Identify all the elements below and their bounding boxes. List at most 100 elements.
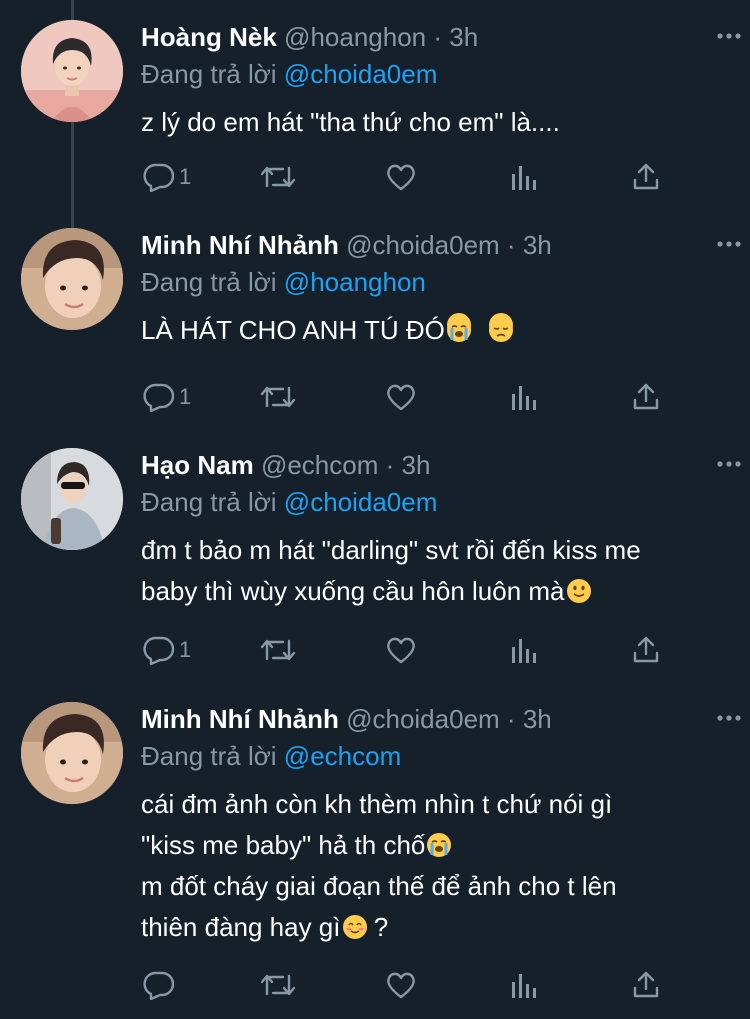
retweet-button[interactable] bbox=[259, 157, 297, 197]
tweet-text-line: "kiss me baby" hả th chố bbox=[141, 830, 426, 860]
tweet-header: Minh Nhí Nhảnh @choida0em · 3h bbox=[141, 228, 730, 262]
tweet-text-line: baby thì wùy xuống cầu hôn luôn mà bbox=[141, 576, 565, 606]
tweet-text-line: ? bbox=[366, 912, 389, 942]
share-button[interactable] bbox=[631, 630, 661, 670]
tweet-text-line: đm t bảo m hát "darling" svt rồi đến kis… bbox=[141, 535, 641, 565]
avatar-photo bbox=[21, 20, 123, 122]
heart-icon bbox=[387, 164, 415, 191]
replying-to: Đang trả lời @hoanghon bbox=[141, 264, 730, 300]
analytics-button[interactable] bbox=[509, 377, 539, 417]
analytics-icon bbox=[512, 166, 536, 190]
smiling-blush-emoji bbox=[342, 910, 367, 939]
reply-button[interactable] bbox=[143, 965, 179, 1005]
avatar[interactable] bbox=[21, 228, 123, 330]
tweet-text-line: thiên đàng hay gì bbox=[141, 912, 341, 942]
reply-button[interactable]: 1 bbox=[143, 377, 191, 417]
avatar[interactable] bbox=[21, 702, 123, 804]
tweet[interactable]: Hoàng Nèk @hoanghon · 3h Đang trả lời @c… bbox=[0, 0, 750, 225]
retweet-icon bbox=[260, 386, 296, 408]
reply-count: 1 bbox=[179, 637, 192, 662]
reply-count: 1 bbox=[179, 164, 192, 189]
more-icon[interactable] bbox=[716, 454, 742, 474]
share-icon bbox=[633, 383, 659, 410]
more-icon[interactable] bbox=[716, 26, 742, 46]
reply-button[interactable]: 1 bbox=[143, 630, 191, 670]
replying-to: Đang trả lời @choida0em bbox=[141, 484, 730, 520]
reply-to-handle[interactable]: @echcom bbox=[284, 741, 401, 771]
tweet-text-block: đm t bảo m hát "darling" svt rồi đến kis… bbox=[141, 530, 730, 612]
retweet-icon bbox=[260, 974, 296, 996]
tweet-text: LÀ HÁT CHO ANH TÚ ĐÓ bbox=[141, 315, 445, 345]
reply-icon bbox=[143, 636, 175, 665]
like-button[interactable] bbox=[385, 377, 417, 417]
action-bar bbox=[141, 965, 681, 1005]
share-icon bbox=[633, 971, 659, 998]
loudly-crying-emoji bbox=[427, 828, 452, 857]
tweet-text-line: cái đm ảnh còn kh thèm nhìn t chứ nói gì bbox=[141, 789, 613, 819]
like-button[interactable] bbox=[385, 630, 417, 670]
display-name[interactable]: Minh Nhí Nhảnh bbox=[141, 230, 339, 260]
action-bar: 1 bbox=[141, 377, 681, 417]
avatar-photo bbox=[21, 448, 123, 550]
more-icon[interactable] bbox=[716, 234, 742, 254]
heart-icon bbox=[387, 972, 415, 999]
reply-prefix: Đang trả lời bbox=[141, 741, 277, 771]
separator-dot: · bbox=[506, 230, 516, 260]
analytics-button[interactable] bbox=[509, 630, 539, 670]
reply-to-handle[interactable]: @choida0em bbox=[284, 487, 438, 517]
analytics-button[interactable] bbox=[509, 157, 539, 197]
share-button[interactable] bbox=[631, 157, 661, 197]
handle[interactable]: @echcom bbox=[261, 450, 378, 480]
reply-to-handle[interactable]: @hoanghon bbox=[284, 267, 426, 297]
tweet-text-block: cái đm ảnh còn kh thèm nhìn t chứ nói gì… bbox=[141, 784, 730, 948]
tweet[interactable]: Hạo Nam @echcom · 3h Đang trả lời @choid… bbox=[0, 448, 750, 688]
tweet[interactable]: Minh Nhí Nhảnh @choida0em · 3h Đang trả … bbox=[0, 228, 750, 438]
tweet-text: z lý do em hát "tha thứ cho em" là.... bbox=[141, 107, 560, 137]
heart-icon bbox=[387, 384, 415, 411]
timestamp[interactable]: 3h bbox=[523, 704, 552, 734]
retweet-button[interactable] bbox=[259, 630, 297, 670]
display-name[interactable]: Minh Nhí Nhảnh bbox=[141, 704, 339, 734]
reply-button[interactable]: 1 bbox=[143, 157, 191, 197]
display-name[interactable]: Hoàng Nèk bbox=[141, 22, 277, 52]
separator-dot: · bbox=[385, 450, 395, 480]
disappointed-emoji bbox=[488, 313, 513, 342]
handle[interactable]: @hoanghon bbox=[284, 22, 426, 52]
replying-to: Đang trả lời @echcom bbox=[141, 738, 730, 774]
reply-prefix: Đang trả lời bbox=[141, 59, 277, 89]
retweet-button[interactable] bbox=[259, 965, 297, 1005]
action-bar: 1 bbox=[141, 630, 681, 670]
display-name[interactable]: Hạo Nam bbox=[141, 450, 254, 480]
analytics-icon bbox=[512, 974, 536, 998]
handle[interactable]: @choida0em bbox=[346, 230, 500, 260]
reply-to-handle[interactable]: @choida0em bbox=[284, 59, 438, 89]
timestamp[interactable]: 3h bbox=[523, 230, 552, 260]
replying-to: Đang trả lời @choida0em bbox=[141, 56, 730, 92]
retweet-button[interactable] bbox=[259, 377, 297, 417]
like-button[interactable] bbox=[385, 157, 417, 197]
analytics-icon bbox=[512, 386, 536, 410]
avatar[interactable] bbox=[21, 448, 123, 550]
share-button[interactable] bbox=[631, 377, 661, 417]
more-icon[interactable] bbox=[716, 708, 742, 728]
handle[interactable]: @choida0em bbox=[346, 704, 500, 734]
share-button[interactable] bbox=[631, 965, 661, 1005]
tweet[interactable]: Minh Nhí Nhảnh @choida0em · 3h Đang trả … bbox=[0, 702, 750, 1019]
reply-icon bbox=[143, 383, 175, 412]
analytics-button[interactable] bbox=[509, 965, 539, 1005]
separator-dot: · bbox=[433, 22, 443, 52]
timestamp[interactable]: 3h bbox=[402, 450, 431, 480]
tweet-header: Hạo Nam @echcom · 3h bbox=[141, 448, 730, 482]
avatar[interactable] bbox=[21, 20, 123, 122]
reply-count: 1 bbox=[179, 384, 192, 409]
separator-dot: · bbox=[506, 704, 516, 734]
reply-icon bbox=[143, 163, 175, 192]
tweet-text-line: m đốt cháy giai đoạn thế để ảnh cho t lê… bbox=[141, 871, 617, 901]
reply-prefix: Đang trả lời bbox=[141, 487, 277, 517]
reply-icon bbox=[143, 971, 175, 1000]
heart-icon bbox=[387, 637, 415, 664]
like-button[interactable] bbox=[385, 965, 417, 1005]
timestamp[interactable]: 3h bbox=[449, 22, 478, 52]
action-bar: 1 bbox=[141, 157, 681, 197]
loudly-crying-emoji bbox=[446, 313, 471, 342]
